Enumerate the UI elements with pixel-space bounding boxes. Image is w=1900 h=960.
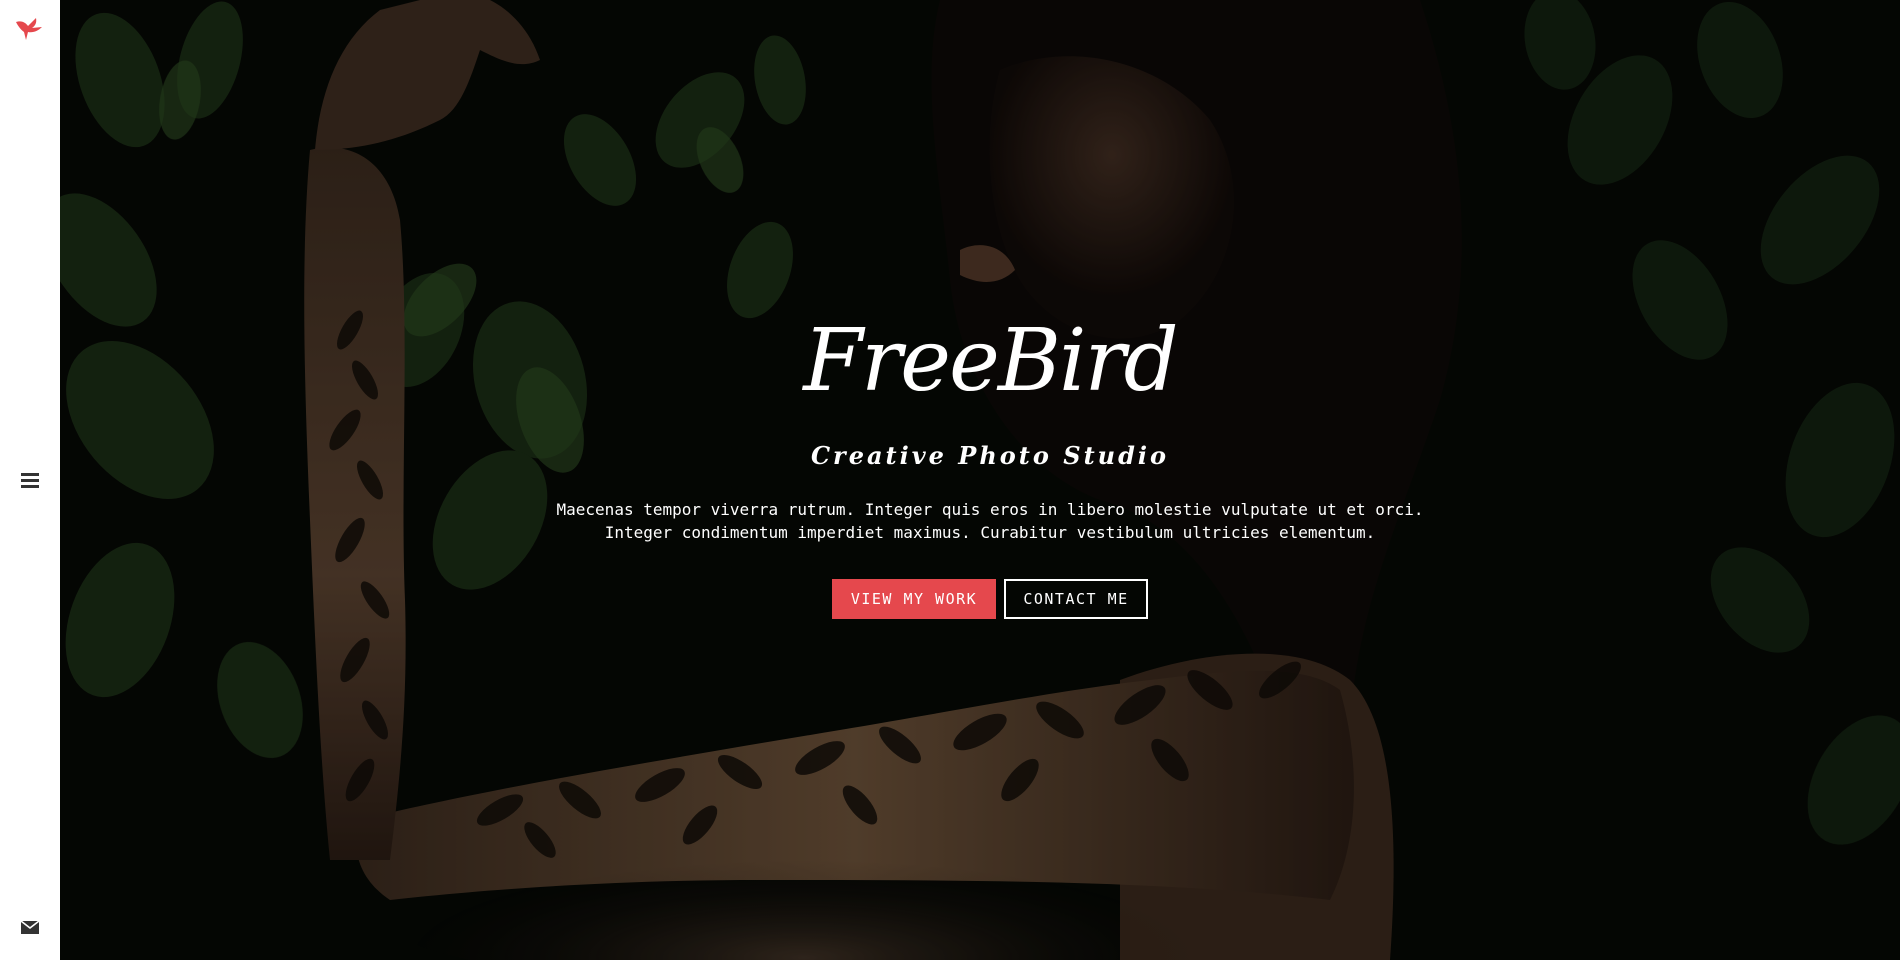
- intro-line-1: Maecenas tempor viverra rutrum. Integer …: [556, 500, 1424, 519]
- contact-me-button[interactable]: CONTACT ME: [1004, 579, 1148, 619]
- envelope-icon[interactable]: [19, 918, 41, 936]
- intro-line-2: Integer condimentum imperdiet maximus. C…: [604, 523, 1376, 542]
- page: FreeBird Creative Photo Studio Maecenas …: [0, 0, 1900, 960]
- intro-text: Maecenas tempor viverra rutrum. Integer …: [60, 498, 1900, 544]
- bird-logo-icon[interactable]: [14, 14, 44, 42]
- brand-subtitle: Creative Photo Studio: [810, 441, 1170, 470]
- brand-title: FreeBird: [803, 311, 1178, 411]
- hero-content: FreeBird Creative Photo Studio Maecenas …: [60, 0, 1900, 960]
- hamburger-menu-icon[interactable]: [19, 470, 41, 490]
- view-my-work-button[interactable]: VIEW MY WORK: [832, 579, 996, 619]
- hero-section: FreeBird Creative Photo Studio Maecenas …: [60, 0, 1900, 960]
- sidebar: [0, 0, 60, 960]
